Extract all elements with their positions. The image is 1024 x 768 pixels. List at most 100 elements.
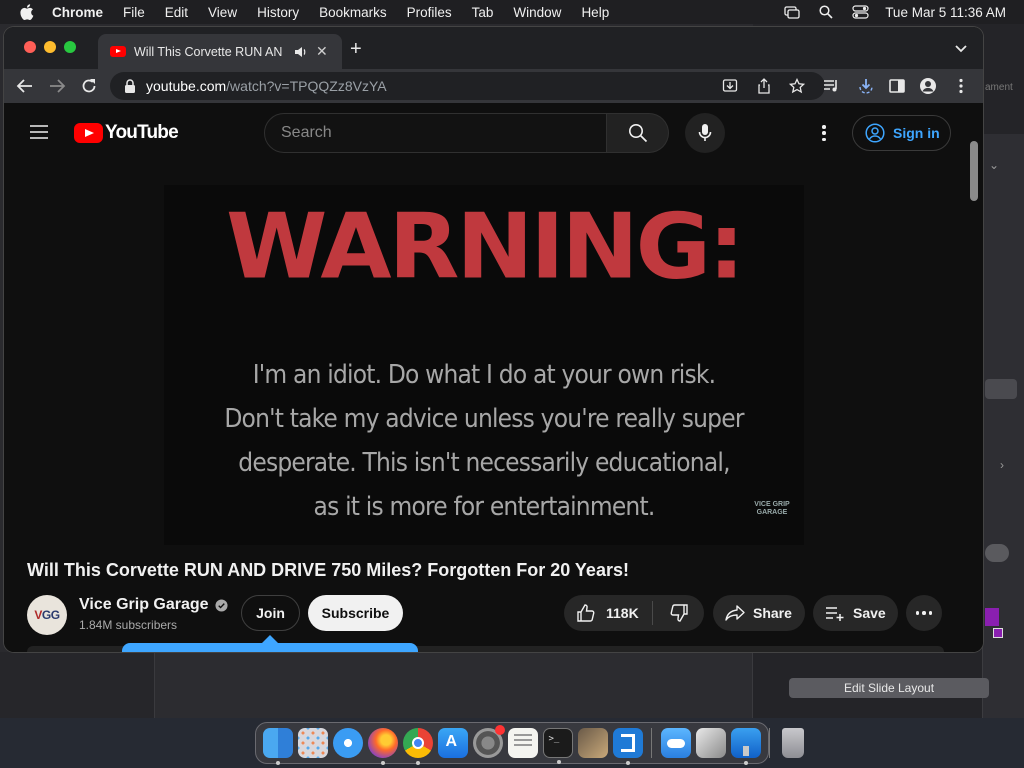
watermark-top-text: VICE GRIP: [754, 501, 790, 508]
like-button[interactable]: 118K: [564, 601, 653, 625]
media-controls-icon[interactable]: [822, 77, 840, 95]
browser-toolbar: youtube.com/watch?v=TPQQZz8VzYA: [4, 69, 983, 103]
inspector-strip: [982, 134, 1024, 718]
menu-profiles[interactable]: Profiles: [407, 5, 452, 20]
system-settings-icon[interactable]: [472, 725, 505, 758]
instruments-icon[interactable]: [577, 728, 608, 758]
terminal-icon[interactable]: >_: [542, 728, 573, 764]
side-panel-icon[interactable]: [888, 77, 906, 95]
search-button[interactable]: [607, 113, 669, 153]
avatar-text-a: V: [34, 608, 42, 622]
tooltip-popup: [122, 635, 418, 652]
sign-in-label: Sign in: [893, 125, 940, 141]
close-window-button[interactable]: [24, 41, 36, 53]
control-center-icon[interactable]: [851, 5, 869, 19]
profile-icon[interactable]: [919, 77, 937, 95]
like-dislike-group: 118K: [564, 595, 704, 631]
close-tab-icon[interactable]: ✕: [316, 43, 328, 60]
chrome-menu-icon[interactable]: [952, 77, 970, 95]
keynote-icon[interactable]: [730, 728, 761, 765]
menu-app-name[interactable]: Chrome: [52, 5, 103, 20]
search-input[interactable]: Search: [264, 113, 607, 153]
macos-dock: A >_: [255, 722, 804, 765]
address-bar[interactable]: youtube.com/watch?v=TPQQZz8VzYA: [110, 72, 825, 100]
slide-canvas-area: [155, 652, 753, 718]
share-page-icon[interactable]: [756, 78, 772, 94]
edit-slide-layout-button[interactable]: Edit Slide Layout: [789, 678, 989, 698]
minimize-window-button[interactable]: [44, 41, 56, 53]
color-well[interactable]: [993, 628, 1003, 638]
thumbs-up-icon: [577, 604, 595, 622]
url-host: youtube.com: [146, 78, 227, 94]
verified-badge-icon: [215, 598, 228, 612]
install-app-icon[interactable]: [722, 78, 738, 94]
inspector-field[interactable]: [985, 379, 1017, 399]
reload-icon[interactable]: [80, 77, 98, 95]
zoom-window-button[interactable]: [64, 41, 76, 53]
youtube-favicon-icon: [110, 46, 126, 57]
subscribe-button[interactable]: Subscribe: [308, 595, 403, 631]
like-count: 118K: [606, 605, 639, 621]
menu-help[interactable]: Help: [581, 5, 609, 20]
spotlight-search-icon[interactable]: [817, 5, 835, 19]
menu-bookmarks[interactable]: Bookmarks: [319, 5, 387, 20]
trash-icon[interactable]: [782, 728, 804, 758]
voice-search-button[interactable]: [685, 113, 725, 153]
dislike-button[interactable]: [653, 603, 704, 623]
menu-file[interactable]: File: [123, 5, 145, 20]
video-player[interactable]: WARNING: I'm an idiot. Do what I do at y…: [164, 185, 804, 545]
apple-menu-icon[interactable]: [20, 4, 34, 20]
tab-title: Will This Corvette RUN AN: [134, 44, 283, 59]
new-tab-button[interactable]: +: [350, 38, 362, 61]
lock-icon[interactable]: [124, 79, 136, 93]
more-actions-button[interactable]: [906, 595, 942, 631]
firefox-icon[interactable]: [367, 728, 398, 765]
back-arrow-icon[interactable]: [16, 77, 34, 95]
vscode-icon[interactable]: [612, 728, 643, 765]
forward-arrow-icon[interactable]: [48, 77, 66, 95]
thumbs-down-icon: [670, 604, 688, 622]
chrome-icon[interactable]: [402, 728, 433, 765]
macos-menu-bar: Chrome File Edit View History Bookmarks …: [0, 0, 1024, 24]
warning-line: desperate. This isn't necessarily educat…: [238, 448, 730, 478]
preview-icon[interactable]: [695, 728, 726, 758]
bookmark-star-icon[interactable]: [788, 77, 806, 94]
launchpad-icon[interactable]: [297, 728, 328, 758]
icloud-icon[interactable]: [660, 728, 691, 758]
warning-line: Don't take my advice unless you're reall…: [224, 404, 744, 434]
menu-tab[interactable]: Tab: [472, 5, 494, 20]
chevron-down-icon[interactable]: ⌄: [989, 158, 999, 172]
downloads-icon[interactable]: [857, 77, 875, 95]
menu-window[interactable]: Window: [513, 5, 561, 20]
safari-icon[interactable]: [332, 728, 363, 758]
color-swatch[interactable]: [985, 608, 999, 626]
tab-search-chevron-icon[interactable]: [954, 41, 968, 53]
avatar-text-b: GG: [41, 608, 60, 622]
channel-avatar[interactable]: V GG: [27, 595, 67, 635]
youtube-wordmark: YouTube: [105, 122, 179, 143]
inspector-toggle[interactable]: [985, 544, 1009, 562]
speaker-icon[interactable]: [294, 45, 308, 59]
app-store-icon[interactable]: A: [437, 728, 468, 758]
chevron-right-icon[interactable]: ›: [1000, 458, 1004, 472]
textedit-icon[interactable]: [507, 728, 538, 758]
menu-view[interactable]: View: [208, 5, 237, 20]
channel-name[interactable]: Vice Grip Garage: [79, 596, 228, 614]
sign-in-button[interactable]: Sign in: [852, 115, 951, 151]
share-button[interactable]: Share: [713, 595, 805, 631]
screen-mirroring-icon[interactable]: [783, 5, 801, 19]
menu-history[interactable]: History: [257, 5, 299, 20]
youtube-logo[interactable]: YouTube: [74, 122, 179, 144]
video-warning-text: I'm an idiot. Do what I do at your own r…: [164, 353, 804, 529]
page-scrollbar-thumb[interactable]: [970, 141, 978, 201]
finder-icon[interactable]: [262, 728, 293, 765]
active-tab[interactable]: Will This Corvette RUN AN ✕: [98, 34, 342, 69]
menu-edit[interactable]: Edit: [165, 5, 188, 20]
menu-bar-clock[interactable]: Tue Mar 5 11:36 AM: [885, 5, 1006, 20]
channel-watermark-logo: VICE GRIP GARAGE: [752, 501, 792, 523]
settings-menu-icon[interactable]: [819, 123, 829, 143]
channel-name-text[interactable]: Vice Grip Garage: [79, 596, 209, 614]
join-button[interactable]: Join: [241, 595, 300, 631]
save-button[interactable]: Save: [813, 595, 898, 631]
guide-menu-icon[interactable]: [30, 125, 48, 139]
